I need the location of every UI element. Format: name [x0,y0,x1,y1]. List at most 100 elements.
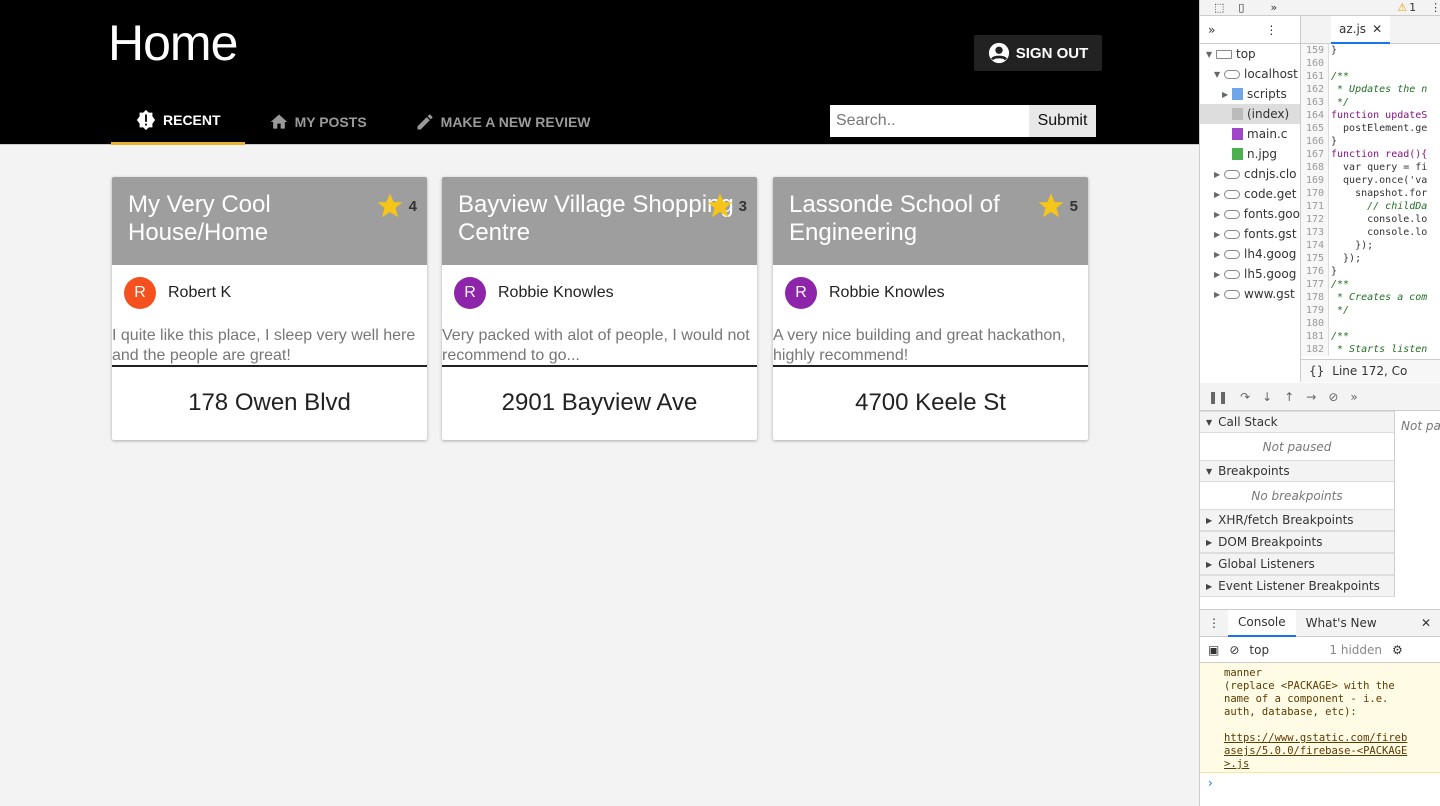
tree-item[interactable]: n.jpg [1200,144,1300,164]
code-line[interactable]: 163 */ [1301,96,1440,109]
line-number[interactable]: 180 [1301,317,1329,330]
line-number[interactable]: 176 [1301,265,1329,278]
submit-button[interactable]: Submit [1029,105,1096,137]
more-tabs-icon[interactable]: » [1270,1,1277,14]
tree-item[interactable]: ▼ top [1200,44,1300,64]
tree-item[interactable]: ▶ code.get [1200,184,1300,204]
call-stack-section[interactable]: ▼ Call Stack [1200,411,1394,433]
step-over-icon[interactable]: ↷ [1240,390,1250,404]
tab-az-js[interactable]: az.js ✕ [1331,16,1391,44]
tree-item[interactable]: ▶ cdnjs.clo [1200,164,1300,184]
chevron-right-icon[interactable]: ▶ [1214,190,1224,199]
step-icon[interactable]: → [1306,390,1316,404]
line-number[interactable]: 169 [1301,174,1329,187]
code-lines[interactable]: 159} 160 161/** 162 * Updates the n 163 */16… [1301,44,1440,356]
line-number[interactable]: 174 [1301,239,1329,252]
code-line[interactable]: 180 [1301,317,1440,330]
chevron-right-icon[interactable]: ▶ [1214,250,1224,259]
line-number[interactable]: 168 [1301,161,1329,174]
code-line[interactable]: 175 }); [1301,252,1440,265]
line-number[interactable]: 171 [1301,200,1329,213]
line-number[interactable]: 166 [1301,135,1329,148]
close-icon[interactable]: ✕ [1372,22,1382,36]
code-line[interactable]: 168 var query = fi [1301,161,1440,174]
chevron-right-icon[interactable]: ▶ [1214,170,1224,179]
line-number[interactable]: 172 [1301,213,1329,226]
clear-console-icon[interactable]: ⊘ [1229,643,1239,657]
line-number[interactable]: 167 [1301,148,1329,161]
event-listener-breakpoints-section[interactable]: ▶ Event Listener Breakpoints [1200,575,1394,597]
tab-make-review[interactable]: MAKE A NEW REVIEW [391,98,615,145]
chevron-right-icon[interactable]: ▶ [1222,90,1232,99]
code-line[interactable]: 171 // childDa [1301,200,1440,213]
step-into-icon[interactable]: ↓ [1262,390,1272,404]
chevron-right-icon[interactable]: ▶ [1214,230,1224,239]
firebase-link[interactable]: https://www.gstatic.com/fireb asejs/5.0.… [1224,732,1407,770]
code-line[interactable]: 164 function updateS [1301,109,1440,122]
code-line[interactable]: 160 [1301,57,1440,70]
menu-icon[interactable]: ⋮ [1430,1,1440,14]
tree-item[interactable]: main.c [1200,124,1300,144]
dom-breakpoints-section[interactable]: ▶ DOM Breakpoints [1200,531,1394,553]
chevron-right-icon[interactable]: ▶ [1214,210,1224,219]
tree-item[interactable]: ▶ lh4.goog [1200,244,1300,264]
tree-item[interactable]: ▶ lh5.goog [1200,264,1300,284]
code-line[interactable]: 174 }); [1301,239,1440,252]
line-number[interactable]: 164 [1301,109,1329,122]
line-number[interactable]: 159 [1301,44,1329,57]
console-prompt[interactable]: › [1208,776,1213,790]
chevron-down-icon[interactable]: ▼ [1214,70,1224,79]
tree-item[interactable]: ▼ localhost [1200,64,1300,84]
code-line[interactable]: 170 snapshot.for [1301,187,1440,200]
code-line[interactable]: 159} [1301,44,1440,57]
line-number[interactable]: 170 [1301,187,1329,200]
code-line[interactable]: 179 */ [1301,304,1440,317]
review-card[interactable]: My Very Cool House/Home 4 R Robert K I q… [112,177,427,440]
code-line[interactable]: 181/** [1301,330,1440,343]
tab-my-posts[interactable]: MY POSTS [245,98,391,145]
sidebar-toggle-icon[interactable]: ▣ [1208,643,1219,657]
braces-icon[interactable]: {} [1309,364,1324,378]
step-out-icon[interactable]: ↑ [1284,390,1294,404]
code-line[interactable]: 177/** [1301,278,1440,291]
code-line[interactable]: 161/** [1301,70,1440,83]
warning-icon[interactable]: ⚠ [1397,1,1407,14]
line-number[interactable]: 160 [1301,57,1329,70]
tree-item[interactable]: ▶ fonts.goo [1200,204,1300,224]
code-line[interactable]: 167 function read(){ [1301,148,1440,161]
search-input[interactable] [830,105,1029,137]
line-number[interactable]: 182 [1301,343,1329,356]
line-number[interactable]: 165 [1301,122,1329,135]
chevron-right-icon[interactable]: ▶ [1214,290,1224,299]
line-number[interactable]: 161 [1301,70,1329,83]
line-number[interactable]: 162 [1301,83,1329,96]
code-line[interactable]: 169 query.once('va [1301,174,1440,187]
tab-whats-new[interactable]: What's New [1296,610,1387,637]
code-line[interactable]: 173 console.lo [1301,226,1440,239]
sign-out-button[interactable]: SIGN OUT [974,35,1102,71]
close-icon[interactable]: ✕ [1421,616,1440,630]
breakpoints-section[interactable]: ▼ Breakpoints [1200,460,1394,482]
chevron-right-icon[interactable]: ▶ [1214,270,1224,279]
code-line[interactable]: 178 * Creates a com [1301,291,1440,304]
deactivate-breakpoints-icon[interactable]: ⊘ [1328,390,1338,404]
xhr-breakpoints-section[interactable]: ▶ XHR/fetch Breakpoints [1200,509,1394,531]
pause-icon[interactable]: ❚❚ [1208,390,1228,404]
code-line[interactable]: 166} [1301,135,1440,148]
code-line[interactable]: 182 * Starts listen [1301,343,1440,356]
gear-icon[interactable]: ⚙ [1392,643,1403,657]
line-number[interactable]: 175 [1301,252,1329,265]
more-tabs-icon[interactable]: » [1350,390,1357,404]
line-number[interactable]: 179 [1301,304,1329,317]
line-number[interactable]: 173 [1301,226,1329,239]
context-selector[interactable]: top [1249,643,1319,657]
review-card[interactable]: Lassonde School of Engineering 5 R Robbi… [773,177,1088,440]
chevron-down-icon[interactable]: ▼ [1206,50,1216,59]
tab-recent[interactable]: RECENT [111,98,245,145]
line-number[interactable]: 177 [1301,278,1329,291]
tree-item[interactable]: ▶ fonts.gst [1200,224,1300,244]
tree-item[interactable]: ▶ www.gst [1200,284,1300,304]
tree-item[interactable]: ▶ scripts [1200,84,1300,104]
tree-item[interactable]: (index) [1200,104,1300,124]
more-tabs-icon[interactable]: » [1208,23,1215,37]
